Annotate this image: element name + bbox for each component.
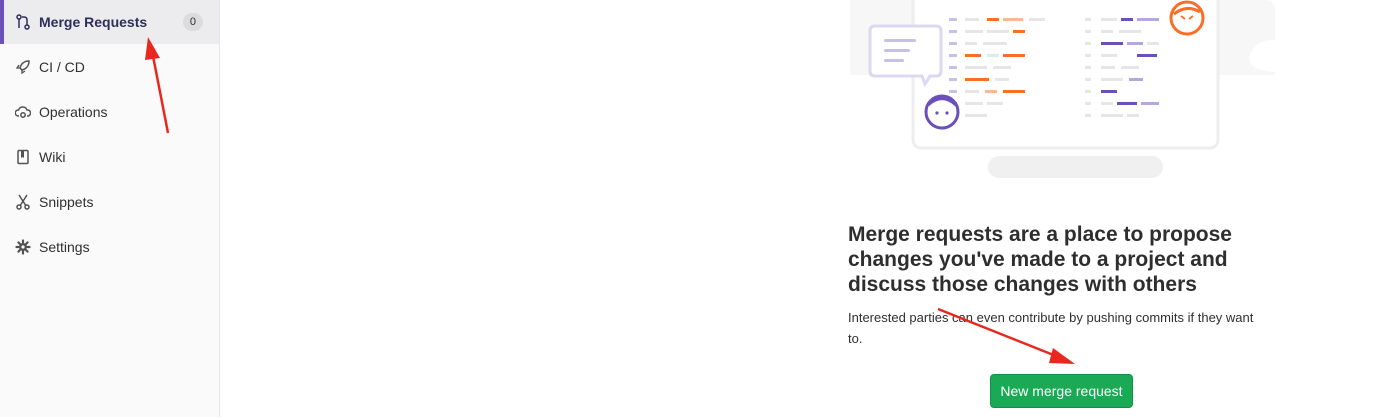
sidebar: Merge Requests 0 CI / CD Operations Wiki… <box>0 0 220 417</box>
sidebar-item-operations[interactable]: Operations <box>0 90 219 134</box>
empty-state-title: Merge requests are a place to propose ch… <box>848 223 1232 296</box>
sidebar-item-label: Snippets <box>39 194 94 210</box>
empty-state-description: Interested parties can even contribute b… <box>848 310 1254 346</box>
sidebar-item-snippets[interactable]: Snippets <box>0 180 219 224</box>
scissors-icon <box>15 194 31 210</box>
book-icon <box>15 149 31 165</box>
sidebar-item-label: Wiki <box>39 149 66 165</box>
sidebar-item-ci-cd[interactable]: CI / CD <box>0 45 219 89</box>
rocket-icon <box>15 59 31 75</box>
merge-request-icon <box>15 14 31 30</box>
new-merge-request-button[interactable]: New merge request <box>990 374 1133 408</box>
sidebar-item-merge-requests[interactable]: Merge Requests 0 <box>0 0 219 44</box>
merge-requests-count-badge: 0 <box>182 13 203 31</box>
merge-requests-empty-illustration <box>850 0 1275 178</box>
cloud-gear-icon <box>15 104 31 120</box>
sidebar-item-label: CI / CD <box>39 59 85 75</box>
sidebar-item-wiki[interactable]: Wiki <box>0 135 219 179</box>
sidebar-item-settings[interactable]: Settings <box>0 225 219 269</box>
sidebar-item-label: Settings <box>39 239 90 255</box>
sidebar-item-label: Operations <box>39 104 108 120</box>
gear-icon <box>15 239 31 255</box>
sidebar-item-label: Merge Requests <box>39 14 148 30</box>
